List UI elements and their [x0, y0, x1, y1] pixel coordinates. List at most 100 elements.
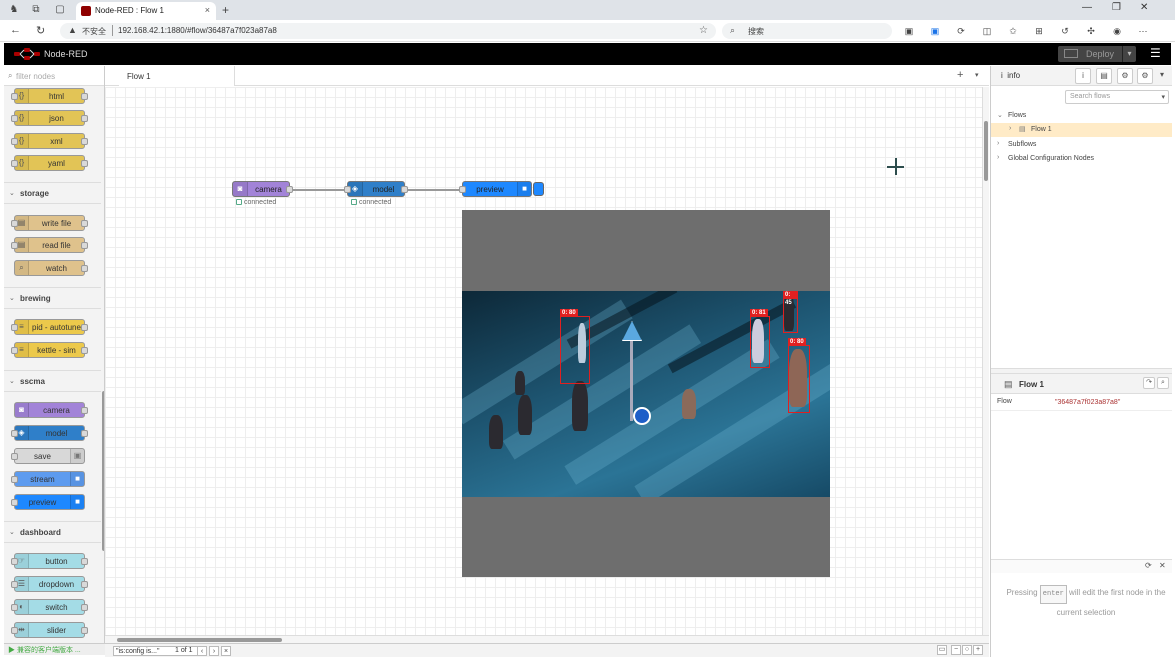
url-field[interactable]: ▲ 不安全 192.168.42.1:1880/#flow/36487a7f02… [60, 23, 716, 39]
tree-global-config[interactable]: › Global Configuration Nodes [991, 152, 1172, 166]
palette-node-model[interactable]: ◈ model [11, 425, 88, 441]
url-text: 192.168.42.1:1880/#flow/36487a7f023a87a8 [118, 26, 277, 35]
zoom-out-button[interactable]: − [951, 645, 961, 655]
palette-node-json[interactable]: {} json [11, 110, 88, 126]
navigator-button[interactable]: ▭ [937, 645, 947, 655]
maximize-button[interactable]: ❐ [1112, 2, 1121, 13]
tab-info[interactable]: i info [1001, 71, 1020, 80]
settings-gear-icon[interactable]: ⚙ [1137, 68, 1153, 84]
filter-nodes-input[interactable]: filter nodes [16, 72, 55, 81]
palette-category-dashboard[interactable]: ⌄ dashboard [4, 521, 101, 543]
palette-node-stream[interactable]: stream ■ [11, 471, 85, 487]
refresh-icon[interactable]: ↻ [36, 24, 45, 37]
sidebar-menu-button[interactable]: ▾ [1156, 68, 1168, 84]
browser-tab-node-red[interactable]: Node-RED : Flow 1 × [76, 2, 216, 20]
palette-node-preview[interactable]: preview ■ [11, 494, 85, 510]
tree-subflows[interactable]: › Subflows [991, 138, 1172, 152]
palette-node-xml[interactable]: {} xml [11, 133, 88, 149]
add-flow-button[interactable]: + [957, 69, 963, 81]
palette-node-kettle-sim[interactable]: ≡ kettle - sim [11, 342, 88, 358]
previous-result-button[interactable]: ‹ [197, 646, 207, 656]
bookmark-star-icon[interactable]: ☆ [699, 25, 708, 36]
minimize-button[interactable]: — [1082, 2, 1092, 13]
browser-search-field[interactable]: ⌕ 搜索 [722, 23, 892, 39]
palette-node-pid-autotune[interactable]: ≡ pid - autotune [11, 319, 88, 335]
status-text: connected [359, 199, 392, 206]
palette-node-button[interactable]: ☞ button [11, 553, 88, 569]
extensions-puzzle-icon[interactable]: ✣ [1086, 26, 1096, 36]
palette-node-save[interactable]: save ▣ [11, 448, 85, 464]
tree-flow-1[interactable]: › ▤ Flow 1 [991, 123, 1172, 137]
wire-camera-model[interactable] [292, 189, 349, 191]
palette-node-slider[interactable]: ⇹ slider [11, 622, 88, 638]
next-result-button[interactable]: › [209, 646, 219, 656]
output-port[interactable] [401, 186, 408, 193]
info-tab-button[interactable]: i [1075, 68, 1091, 84]
input-port[interactable] [344, 186, 351, 193]
extension-icon[interactable]: ▣ [904, 26, 914, 36]
flow-node-camera[interactable]: ◙ camera [232, 181, 293, 197]
palette-node-camera[interactable]: ◙ camera [14, 402, 88, 418]
tab-actions-icon[interactable]: ▢ [54, 4, 66, 16]
palette-node-read-file[interactable]: ▤ read file [11, 237, 88, 253]
output-port[interactable] [286, 186, 293, 193]
palette-node-switch[interactable]: ◐ switch [11, 599, 88, 615]
tab-close-icon[interactable]: × [205, 5, 210, 15]
input-port [11, 581, 18, 588]
scrollbar-thumb[interactable] [117, 638, 282, 642]
back-icon[interactable]: ← [10, 24, 21, 36]
scrollbar-thumb[interactable] [984, 121, 988, 181]
more-icon[interactable]: ⋯ [1138, 26, 1148, 36]
wire-model-preview[interactable] [406, 189, 464, 191]
zoom-reset-button[interactable]: ○ [962, 645, 972, 655]
tree-flows[interactable]: ⌄ Flows [991, 109, 1172, 123]
palette-category-brewing[interactable]: ⌄ brewing [4, 287, 101, 309]
config-nodes-icon[interactable]: ⚙ [1117, 68, 1133, 84]
new-tab-button[interactable]: + [222, 3, 229, 17]
property-row-flow: Flow "36487a7f023a87a8" [991, 395, 1172, 411]
workspace-horizontal-scrollbar[interactable] [105, 635, 989, 643]
preview-toggle-button[interactable] [533, 182, 544, 196]
deploy-button[interactable]: Deploy ▾ [1058, 46, 1136, 62]
split-screen-icon[interactable]: ◫ [982, 26, 992, 36]
palette-node-watch[interactable]: ⌕ watch [14, 260, 88, 276]
palette-node-html[interactable]: {} html [11, 88, 88, 104]
chevron-right-icon: › [1009, 125, 1012, 132]
palette-filter[interactable]: ⌕ filter nodes [4, 66, 104, 86]
help-book-icon[interactable]: ▤ [1096, 68, 1112, 84]
history-icon[interactable]: ↺ [1060, 26, 1070, 36]
close-search-button[interactable]: × [221, 646, 231, 656]
share-icon[interactable]: ↷ [1143, 377, 1155, 389]
deploy-options-button[interactable]: ▾ [1122, 46, 1136, 62]
flow-workspace[interactable]: ◙ camera connected ◈ model connected pre… [105, 87, 982, 635]
workspace-vertical-scrollbar[interactable] [982, 87, 989, 635]
refresh-icon[interactable]: ⟳ [1145, 561, 1152, 570]
extension-icon[interactable]: ⟳ [956, 26, 966, 36]
zoom-in-button[interactable]: + [973, 645, 983, 655]
search-icon[interactable]: ⌕ [1157, 377, 1169, 389]
extension-icon[interactable]: ▣ [930, 26, 940, 36]
flow-node-model[interactable]: ◈ model [344, 181, 408, 197]
copilot-icon[interactable]: ◉ [1112, 26, 1122, 36]
sidebar: i info i ▤ ⚙ ⚙ ▾ Search flows ▾ ⌄ Flows … [990, 66, 1172, 657]
tab-flow-1[interactable]: Flow 1 [119, 66, 235, 86]
close-icon[interactable]: ✕ [1159, 561, 1166, 570]
input-port[interactable] [459, 186, 466, 193]
profile-icon[interactable]: ♞ [8, 4, 20, 16]
palette-category-sscma[interactable]: ⌄ sscma [4, 370, 101, 392]
palette-node-dropdown[interactable]: ☰ dropdown [11, 576, 88, 592]
search-flows-field[interactable]: Search flows ▾ [1065, 90, 1169, 104]
main-menu-button[interactable]: ☰ [1150, 46, 1161, 60]
collections-icon[interactable]: ⊞ [1034, 26, 1044, 36]
chevron-down-icon[interactable]: ▾ [1161, 93, 1165, 101]
flow-list-button[interactable]: ▾ [975, 71, 979, 79]
palette-category-storage[interactable]: ⌄ storage [4, 182, 101, 204]
node-red-logo-icon [14, 48, 40, 60]
palette-node-yaml[interactable]: {} yaml [11, 155, 88, 171]
palette-node-label: xml [50, 137, 63, 146]
favorites-icon[interactable]: ✩ [1008, 26, 1018, 36]
palette-node-write-file[interactable]: ▤ write file [11, 215, 88, 231]
flow-node-preview[interactable]: preview ■ [459, 181, 532, 197]
close-window-button[interactable]: ✕ [1140, 2, 1148, 13]
workspaces-icon[interactable]: ⧉ [30, 4, 42, 16]
